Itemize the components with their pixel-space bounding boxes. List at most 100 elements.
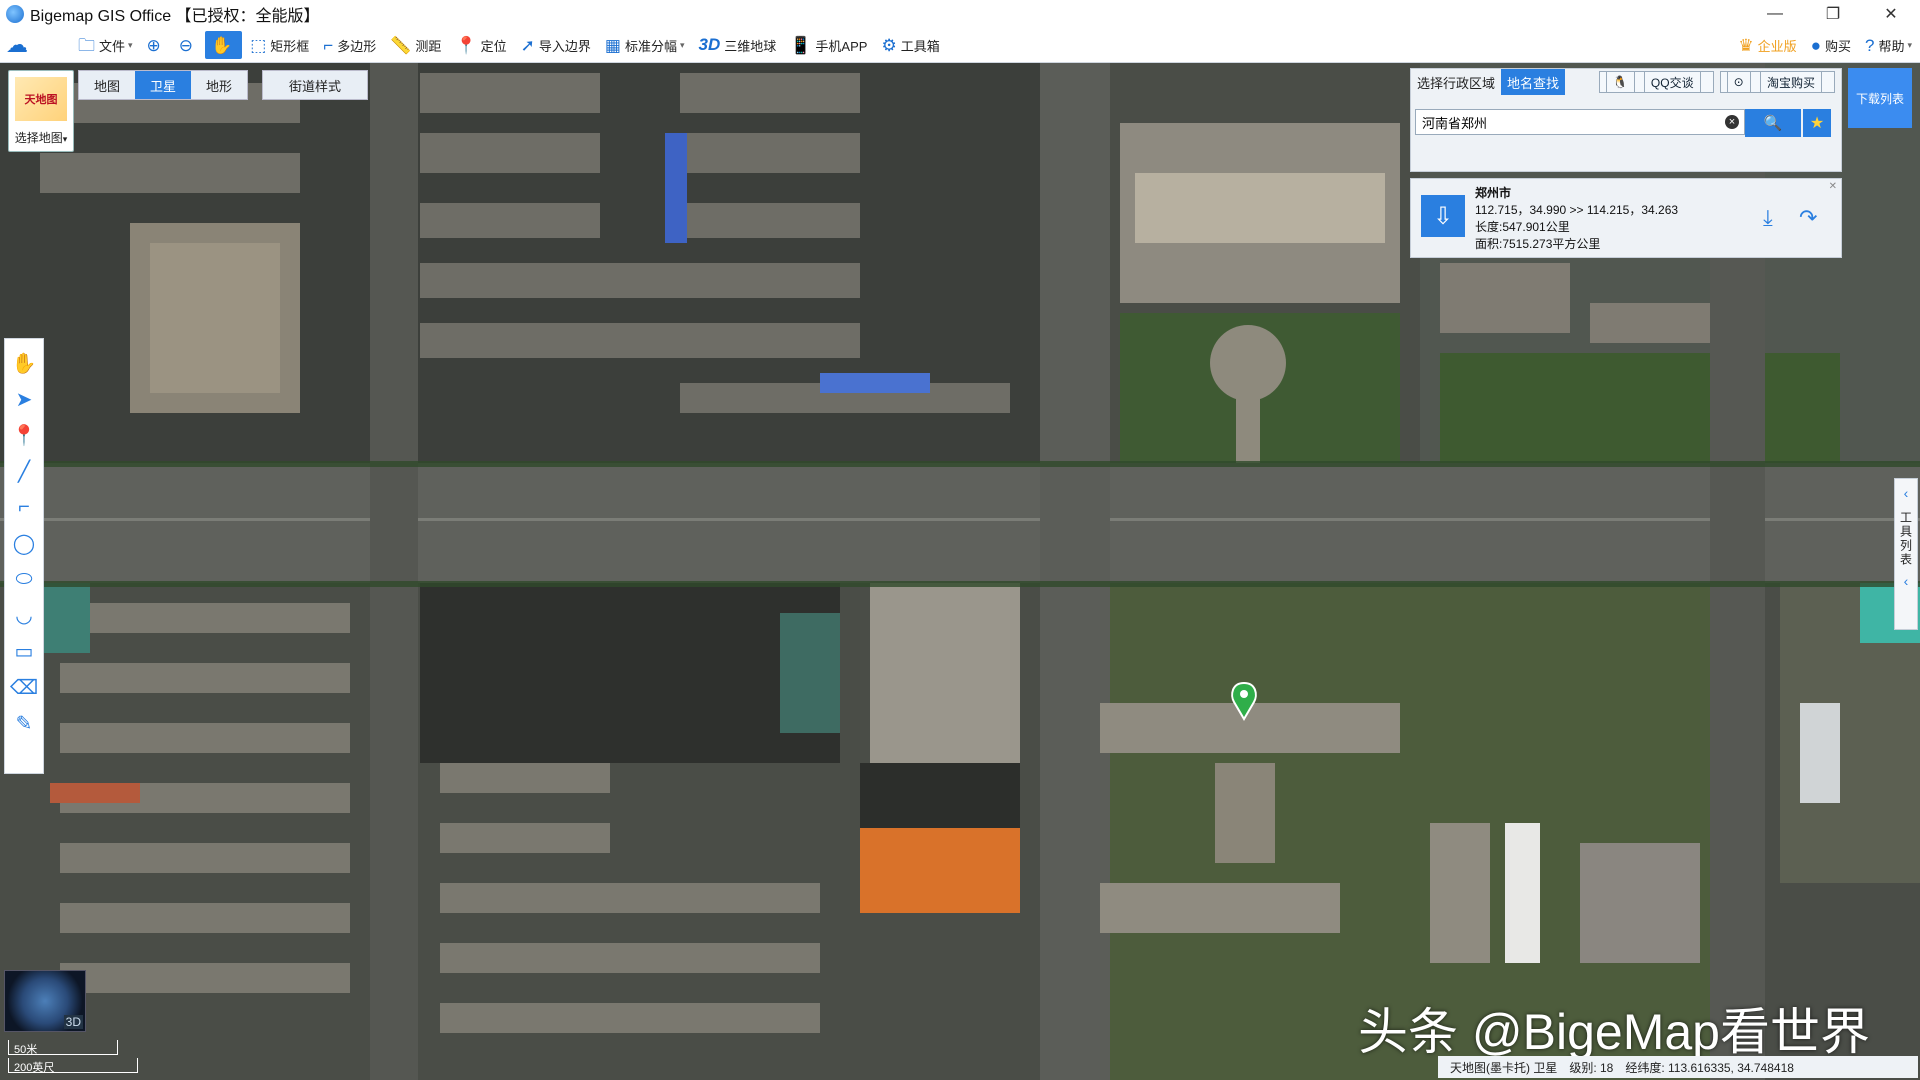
status-bar: 天地图(墨卡托) 卫星 级别: 18 经纬度: 113.616335, 34.7… <box>1438 1056 1918 1078</box>
help-label: 帮助 <box>1878 38 1905 54</box>
clear-icon[interactable]: × <box>1725 115 1739 129</box>
curve-icon[interactable]: ◡ <box>8 597 40 633</box>
polygon-select-icon: ⌐ <box>323 35 334 55</box>
search-input[interactable] <box>1415 109 1745 135</box>
marker-icon[interactable]: 📍 <box>8 417 40 453</box>
tab-map[interactable]: 地图 <box>79 71 135 99</box>
scale-imperial-label: 200英尺 <box>14 1062 55 1074</box>
tab-place-search[interactable]: 地名查找 <box>1501 69 1566 95</box>
cloud-logo-icon: ☁ <box>6 32 28 57</box>
close-button[interactable]: ✕ <box>1862 0 1920 28</box>
edit-icon[interactable]: ✎ <box>8 705 40 741</box>
tab-select-region[interactable]: 选择行政区域 <box>1411 69 1501 95</box>
lasso-icon[interactable]: ⬭ <box>8 561 40 597</box>
help-button[interactable]: ? 帮助 ▾ <box>1859 31 1918 59</box>
scale-metric-label: 50米 <box>14 1044 38 1056</box>
zoom-in-button[interactable]: ⊕ <box>141 31 171 59</box>
map-selector-label: 选择地图▾ <box>14 131 68 145</box>
grid-icon: ▦ <box>604 35 621 55</box>
main-toolbar: ☁ 🗀 文件 ▾ ⊕ ⊖ ✋ ⬚ 矩形框 ⌐ 多边形 📏 测距 📍 定位 ➚ 导… <box>0 28 1920 63</box>
search-icon: 🔍 <box>1763 115 1783 132</box>
app-menu-button[interactable]: ☁ <box>0 31 42 59</box>
chevron-down-icon: ▾ <box>679 39 685 50</box>
measure-distance-button[interactable]: 📏 测距 <box>384 31 447 59</box>
result-text: 郑州市 112.715，34.990 >> 114.215，34.263 长度:… <box>1475 185 1678 253</box>
qq-chat-button[interactable]: 🐧 QQ交谈 <box>1598 71 1714 93</box>
contact-buttons: 🐧 QQ交谈 ⊙ 淘宝购买 <box>1598 71 1841 93</box>
enterprise-button[interactable]: ♛ 企业版 <box>1732 31 1802 59</box>
eraser-icon[interactable]: ⌫ <box>8 669 40 705</box>
pointer-icon[interactable]: ➤ <box>8 381 40 417</box>
map-provider-logo-text: 天地图 <box>24 94 58 106</box>
buy-label: 购买 <box>1824 38 1851 54</box>
3d-globe-thumbnail[interactable]: 3D <box>4 970 86 1032</box>
map-type-tabs: 地图 卫星 地形 <box>78 70 248 100</box>
phone-icon: 📱 <box>790 35 812 55</box>
favorite-button[interactable]: ★ <box>1803 109 1831 137</box>
import-boundary-button[interactable]: ➚ 导入边界 <box>515 31 597 59</box>
title-bar: Bigemap GIS Office 【已授权：全能版】 — ❐ ✕ <box>0 0 1920 28</box>
star-icon: ★ <box>1809 115 1825 132</box>
chevron-left-icon: ‹ <box>1903 485 1909 501</box>
search-button[interactable]: 🔍 <box>1745 109 1801 137</box>
toolbox-button[interactable]: ⚙ 工具箱 <box>875 31 945 59</box>
app-logo-icon <box>6 5 24 23</box>
rectangle-icon[interactable]: ▭ <box>8 633 40 669</box>
mobile-app-button[interactable]: 📱 手机APP <box>784 31 873 59</box>
zoom-out-button[interactable]: ⊖ <box>173 31 203 59</box>
import-boundary-label: 导入边界 <box>538 38 591 54</box>
file-menu-button[interactable]: 🗀 文件 ▾ <box>72 31 139 59</box>
share-icon[interactable]: ↷ <box>1799 205 1817 231</box>
standard-grid-button[interactable]: ▦ 标准分幅 ▾ <box>599 31 691 59</box>
3d-globe-label: 三维地球 <box>724 38 777 54</box>
tool-list-tab[interactable]: ‹ 工具列表 ‹ <box>1894 478 1918 630</box>
locate-label: 定位 <box>480 38 507 54</box>
rectangle-select-label: 矩形框 <box>270 38 310 54</box>
window-title: Bigemap GIS Office 【已授权：全能版】 <box>30 8 320 25</box>
close-icon[interactable]: ✕ <box>1829 181 1837 192</box>
measure-area-icon[interactable]: ⌐ <box>8 489 40 525</box>
line-icon[interactable]: ╱ <box>8 453 40 489</box>
search-panel: 选择行政区域 地名查找 🐧 QQ交谈 ⊙ 淘宝购买 × 🔍 ★ <box>1410 68 1842 172</box>
drawing-tools: ✋ ➤ 📍 ╱ ⌐ ◯ ⬭ ◡ ▭ ⌫ ✎ <box>4 338 44 774</box>
circle-icon[interactable]: ◯ <box>8 525 40 561</box>
chevron-down-icon: ▾ <box>128 39 133 50</box>
status-map-source: 天地图(墨卡托) 卫星 <box>1450 1060 1558 1075</box>
tab-terrain[interactable]: 地形 <box>191 71 247 99</box>
street-style-button[interactable]: 街道样式 <box>262 70 368 100</box>
3d-icon: 3D <box>698 35 721 54</box>
status-zoom-level: 级别: 18 <box>1569 1060 1614 1075</box>
toolbox-label: 工具箱 <box>900 38 940 54</box>
search-result-card[interactable]: ⇩ 郑州市 112.715，34.990 >> 114.215，34.263 长… <box>1410 178 1842 258</box>
folder-icon: 🗀 <box>78 35 95 55</box>
download-list-button[interactable]: 下载列表 <box>1848 68 1912 128</box>
ruler-icon: 📏 <box>390 35 412 55</box>
toolbar-right: ♛ 企业版 ● 购买 ? 帮助 ▾ <box>1732 31 1920 59</box>
mobile-app-label: 手机APP <box>815 38 868 54</box>
tool-list-label: 工具列表 <box>1898 511 1913 567</box>
chevron-left-icon: ‹ <box>1903 573 1909 589</box>
result-area: 面积:7515.273平方公里 <box>1475 237 1601 251</box>
gear-icon: ⚙ <box>881 35 897 55</box>
standard-grid-label: 标准分幅 <box>624 38 677 54</box>
3d-globe-button[interactable]: 3D 三维地球 <box>693 31 783 59</box>
measure-distance-label: 测距 <box>415 38 442 54</box>
map-selector[interactable]: 天地图 选择地图▾ <box>8 70 74 152</box>
tab-satellite[interactable]: 卫星 <box>135 71 191 99</box>
maximize-button[interactable]: ❐ <box>1804 0 1862 28</box>
locate-button[interactable]: 📍 定位 <box>449 31 512 59</box>
download-icon[interactable]: ⤓ <box>1763 205 1773 231</box>
minimize-button[interactable]: — <box>1746 0 1804 28</box>
buy-button[interactable]: ● 购买 <box>1805 31 1857 59</box>
pan-button[interactable]: ✋ <box>205 31 243 59</box>
search-row: × 🔍 ★ <box>1415 109 1831 137</box>
hand-icon[interactable]: ✋ <box>8 345 40 381</box>
zoom-in-icon: ⊕ <box>146 35 161 55</box>
download-boundary-icon: ⇩ <box>1421 195 1465 237</box>
rectangle-select-button[interactable]: ⬚ 矩形框 <box>244 31 315 59</box>
result-length: 长度:547.901公里 <box>1475 220 1570 234</box>
polygon-select-button[interactable]: ⌐ 多边形 <box>317 31 382 59</box>
scale-bar: 50米 200英尺 <box>8 1040 138 1076</box>
taobao-buy-button[interactable]: ⊙ 淘宝购买 <box>1719 71 1835 93</box>
zoom-out-icon: ⊖ <box>178 35 194 55</box>
